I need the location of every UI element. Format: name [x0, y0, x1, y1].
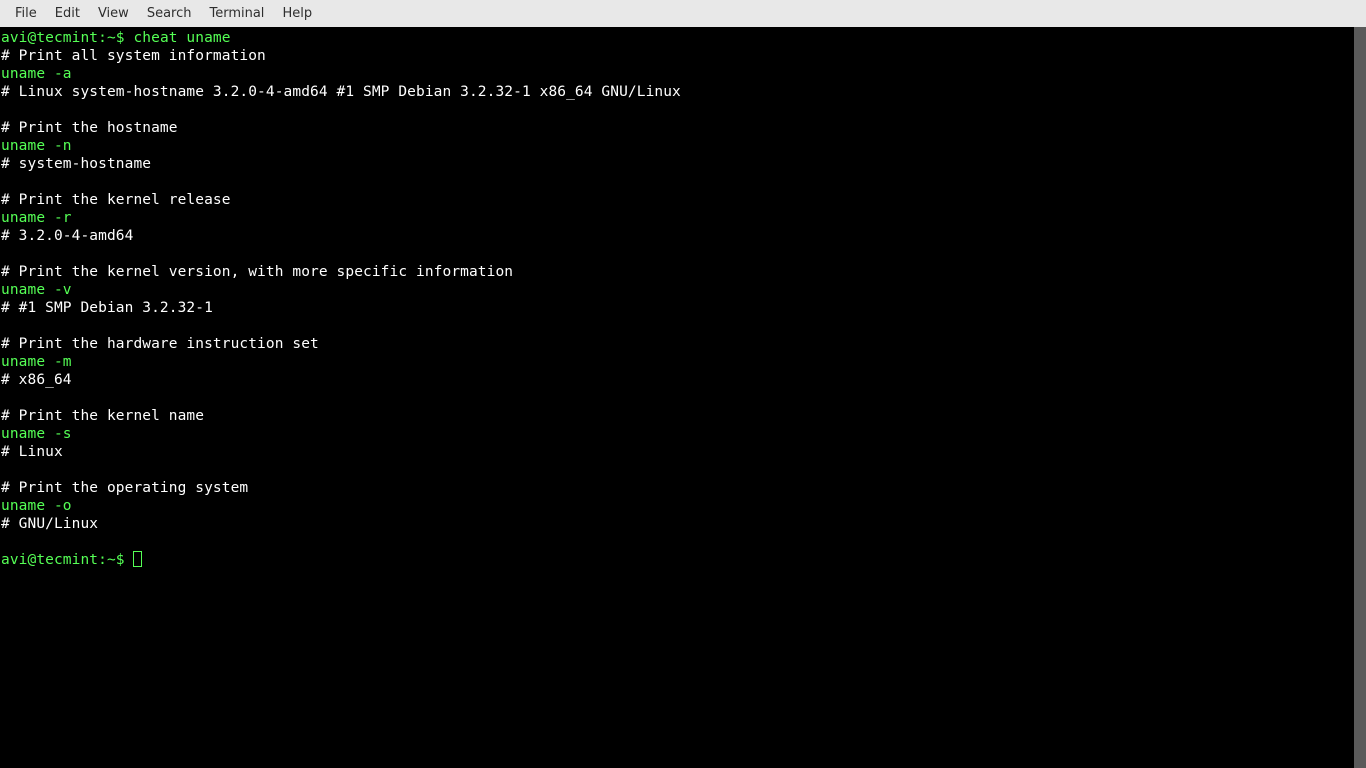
menu-view[interactable]: View: [89, 2, 138, 25]
terminal-line: # x86_64: [1, 371, 1365, 389]
comment-output: # system-hostname: [1, 156, 151, 172]
terminal-line: uname -s: [1, 425, 1365, 443]
terminal-line: uname -v: [1, 281, 1365, 299]
terminal-line: [1, 245, 1365, 263]
terminal-line: # Print the operating system: [1, 479, 1365, 497]
comment-output: # Print the kernel version, with more sp…: [1, 264, 513, 280]
comment-output: # Print the kernel name: [1, 408, 204, 424]
scrollbar-thumb[interactable]: [1354, 27, 1366, 768]
comment-output: # GNU/Linux: [1, 516, 98, 532]
comment-output: # Print the kernel release: [1, 192, 231, 208]
comment-output: # Linux system-hostname 3.2.0-4-amd64 #1…: [1, 84, 681, 100]
terminal-line: uname -o: [1, 497, 1365, 515]
prompt-line-2: avi@tecmint:~$: [1, 551, 1365, 569]
terminal-output: # Print all system information uname -a # …: [1, 47, 1365, 551]
terminal-area[interactable]: avi@tecmint:~$ cheat uname # Print all s…: [0, 27, 1366, 768]
command-output: uname -m: [1, 354, 72, 370]
menu-file[interactable]: File: [6, 2, 46, 25]
terminal-line: # Print all system information: [1, 47, 1365, 65]
terminal-line: # Linux system-hostname 3.2.0-4-amd64 #1…: [1, 83, 1365, 101]
comment-output: # Print the operating system: [1, 480, 248, 496]
terminal-line: # Print the kernel name: [1, 407, 1365, 425]
menubar: File Edit View Search Terminal Help: [0, 0, 1366, 27]
terminal-line: # Print the hostname: [1, 119, 1365, 137]
terminal-line: # #1 SMP Debian 3.2.32-1: [1, 299, 1365, 317]
terminal-line: uname -n: [1, 137, 1365, 155]
comment-output: # Linux: [1, 444, 63, 460]
cursor-icon: [133, 551, 142, 567]
terminal-line: [1, 461, 1365, 479]
comment-output: # x86_64: [1, 372, 72, 388]
terminal-line: [1, 389, 1365, 407]
prompt-text: avi@tecmint:~$: [1, 552, 133, 568]
terminal-line: [1, 317, 1365, 335]
terminal-line: uname -r: [1, 209, 1365, 227]
comment-output: # Print all system information: [1, 48, 266, 64]
terminal-line: # Print the hardware instruction set: [1, 335, 1365, 353]
command-output: uname -o: [1, 498, 72, 514]
terminal-line: # GNU/Linux: [1, 515, 1365, 533]
command-output: uname -a: [1, 66, 72, 82]
command-output: uname -s: [1, 426, 72, 442]
menu-search[interactable]: Search: [138, 2, 201, 25]
terminal-line: uname -m: [1, 353, 1365, 371]
command-output: uname -r: [1, 210, 72, 226]
terminal-line: # Linux: [1, 443, 1365, 461]
menu-terminal[interactable]: Terminal: [200, 2, 273, 25]
terminal-line: [1, 533, 1365, 551]
comment-output: # Print the hostname: [1, 120, 178, 136]
command-text: cheat uname: [133, 30, 230, 46]
terminal-line: uname -a: [1, 65, 1365, 83]
terminal-line: # Print the kernel release: [1, 191, 1365, 209]
menu-help[interactable]: Help: [273, 2, 321, 25]
scrollbar[interactable]: [1354, 27, 1366, 768]
prompt-line-1: avi@tecmint:~$ cheat uname: [1, 29, 1365, 47]
terminal-line: # 3.2.0-4-amd64: [1, 227, 1365, 245]
prompt-text: avi@tecmint:~$: [1, 30, 133, 46]
terminal-line: [1, 101, 1365, 119]
terminal-line: [1, 173, 1365, 191]
menu-edit[interactable]: Edit: [46, 2, 89, 25]
terminal-line: # Print the kernel version, with more sp…: [1, 263, 1365, 281]
terminal-line: # system-hostname: [1, 155, 1365, 173]
command-output: uname -v: [1, 282, 72, 298]
comment-output: # #1 SMP Debian 3.2.32-1: [1, 300, 213, 316]
comment-output: # 3.2.0-4-amd64: [1, 228, 133, 244]
command-output: uname -n: [1, 138, 72, 154]
comment-output: # Print the hardware instruction set: [1, 336, 319, 352]
